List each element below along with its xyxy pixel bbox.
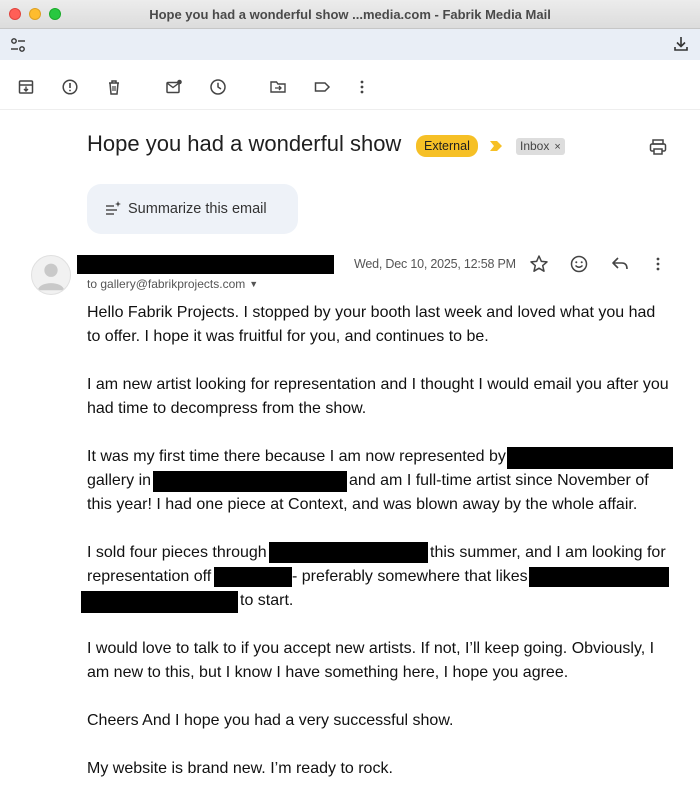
body-line: this summer, and I am looking for	[430, 544, 666, 561]
body-line: am new to this, but I know I have someth…	[87, 664, 569, 681]
redacted-text	[153, 471, 347, 492]
body-line: It was my first time there because I am …	[87, 448, 506, 465]
window-title: Hope you had a wonderful show ...media.c…	[149, 7, 551, 22]
redacted-text	[81, 591, 238, 613]
archive-icon[interactable]	[16, 77, 36, 97]
label-icon[interactable]	[312, 77, 332, 97]
default-avatar-icon	[37, 263, 65, 291]
body-line: to start.	[240, 592, 294, 609]
summarize-sparkle-icon	[106, 201, 121, 215]
redacted-text	[529, 567, 669, 587]
message-date: Wed, Dec 10, 2025, 12:58 PM	[354, 257, 516, 271]
redacted-text	[269, 542, 428, 563]
redacted-text	[214, 567, 292, 587]
site-settings-icon[interactable]	[9, 36, 27, 54]
body-line: Cheers And I hope you had a very success…	[87, 712, 454, 729]
body-line: I sold four pieces through	[87, 544, 267, 561]
download-icon[interactable]	[672, 35, 690, 53]
redacted-text	[507, 447, 673, 469]
important-marker-icon[interactable]	[489, 140, 503, 152]
body-line: to offer. I hope it was fruitful for you…	[87, 328, 489, 345]
star-icon[interactable]	[529, 254, 549, 274]
print-icon[interactable]	[648, 137, 668, 157]
external-badge: External	[416, 135, 478, 157]
body-line: gallery in	[87, 472, 152, 489]
sender-avatar[interactable]	[31, 255, 71, 295]
report-spam-icon[interactable]	[60, 77, 80, 97]
body-line: - preferably somewhere that likes	[292, 568, 528, 585]
summarize-label: Summarize this email	[128, 201, 267, 217]
inbox-label-chip: Inbox ×	[516, 138, 565, 155]
chevron-down-icon: ▼	[249, 279, 259, 289]
mark-unread-icon[interactable]	[164, 77, 184, 97]
window-titlebar: Hope you had a wonderful show ...media.c…	[0, 0, 700, 29]
body-line: this year! I had one piece at Context, a…	[87, 496, 638, 513]
move-to-icon[interactable]	[268, 77, 288, 97]
email-subject: Hope you had a wonderful show	[87, 131, 402, 156]
inbox-label-text: Inbox	[520, 139, 550, 153]
more-vert-icon[interactable]	[352, 77, 372, 97]
recipient-details[interactable]: to gallery@fabrikprojects.com ▼	[87, 277, 258, 291]
body-line: and am I full-time artist since November…	[349, 472, 649, 489]
body-line: I would love to talk to if you accept ne…	[87, 640, 655, 657]
more-options-icon[interactable]	[648, 254, 668, 274]
recipient-text: to gallery@fabrikprojects.com	[87, 277, 246, 291]
summarize-email-button[interactable]: Summarize this email	[87, 184, 298, 234]
redacted-sender-name	[77, 255, 334, 274]
body-line: representation off	[87, 568, 212, 585]
body-line: had time to decompress from the show.	[87, 400, 367, 417]
body-line: Hello Fabrik Projects. I stopped by your…	[87, 304, 656, 321]
body-line: I am new artist looking for representati…	[87, 376, 669, 393]
reply-icon[interactable]	[610, 254, 630, 274]
remove-label-button[interactable]: ×	[554, 141, 560, 153]
body-line: My website is brand new. I’m ready to ro…	[87, 760, 393, 777]
message-toolbar	[0, 64, 700, 110]
add-reaction-icon[interactable]	[569, 254, 589, 274]
delete-icon[interactable]	[104, 77, 124, 97]
snooze-icon[interactable]	[208, 77, 228, 97]
browser-bar	[0, 29, 700, 60]
